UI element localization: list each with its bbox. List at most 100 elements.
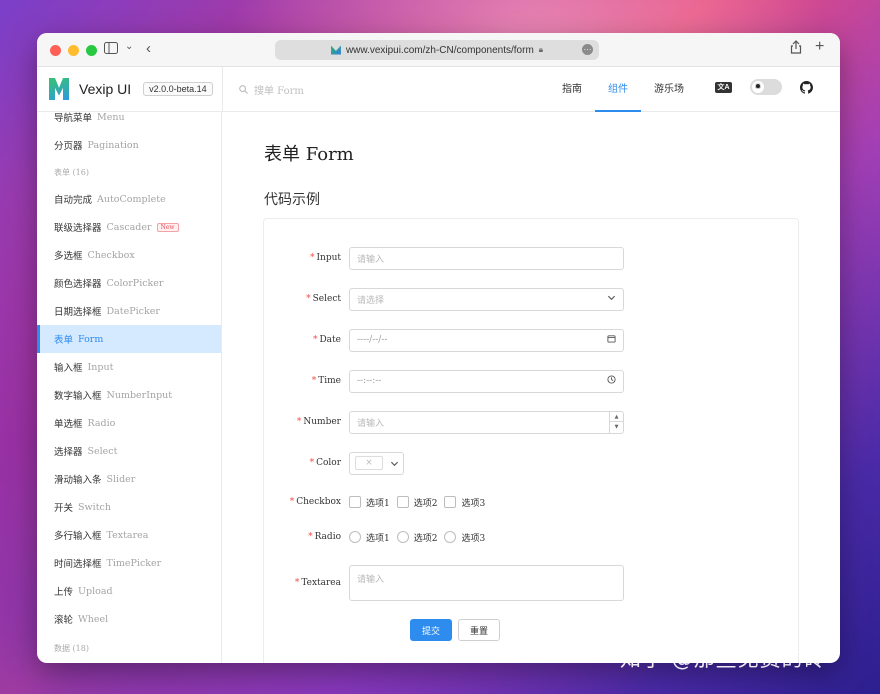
theme-toggle[interactable]: ✹ bbox=[750, 79, 782, 95]
textarea-label: Textarea bbox=[301, 578, 341, 588]
time-picker[interactable]: --:--:-- bbox=[349, 369, 624, 393]
radio[interactable] bbox=[396, 531, 409, 543]
increment-icon[interactable]: ▲ bbox=[610, 412, 623, 422]
browser-window: ⌄ ‹ www.vexipui.com/zh-CN/components/for… bbox=[37, 33, 840, 663]
checkbox[interactable] bbox=[444, 496, 457, 508]
form-row-select: * Select 请选择 bbox=[264, 287, 800, 311]
top-nav: 指南 组件 游乐场 bbox=[549, 67, 697, 112]
form-actions: 提交 重置 bbox=[410, 619, 501, 641]
sidebar-item-upload[interactable]: 上传 Upload bbox=[37, 577, 221, 605]
sidebar-group-data: 数据 (18) bbox=[54, 644, 89, 653]
search-placeholder: 搜单 Form bbox=[254, 86, 304, 97]
app-header: Vexip UI v2.0.0-beta.14 搜单 Form 指南 组件 游乐… bbox=[37, 67, 840, 112]
address-bar[interactable]: www.vexipui.com/zh-CN/components/form 🔒︎… bbox=[275, 40, 599, 60]
header-icons: 文A ✹ bbox=[715, 79, 813, 95]
sidebar-item-input[interactable]: 输入框 Input bbox=[37, 353, 221, 381]
form-row-input: * Input 请输入 bbox=[264, 246, 800, 270]
nav-playground[interactable]: 游乐场 bbox=[641, 67, 697, 112]
sidebar-item-select[interactable]: 选择器 Select bbox=[37, 437, 221, 465]
checkbox-option-1[interactable]: 选项1 bbox=[349, 496, 390, 509]
date-picker[interactable]: ----/--/-- bbox=[349, 328, 624, 352]
language-icon[interactable]: 文A bbox=[715, 81, 732, 93]
sidebar-item-menu[interactable]: 导航菜单 Menu bbox=[37, 112, 221, 131]
sidebar-item-cascader[interactable]: 联级选择器 Cascader New bbox=[37, 213, 221, 241]
new-badge: New bbox=[156, 222, 179, 232]
page-title: 表单 Form bbox=[264, 144, 354, 165]
demo-box: * Input 请输入 * Select 请选择 * Date ----/--/-- … bbox=[263, 218, 799, 663]
sidebar: 导航菜单 Menu 分页器 Pagination 表单 (16) 自动完成 AutoC… bbox=[37, 112, 222, 663]
sidebar-item-radio[interactable]: 单选框 Radio bbox=[37, 409, 221, 437]
main-content: 表单 Form 代码示例 * Input 请输入 * Select 请选择 * Dat… bbox=[223, 112, 840, 663]
traffic-lights bbox=[50, 45, 97, 56]
brand-name: Vexip UI bbox=[79, 81, 132, 97]
sidebar-item-switch[interactable]: 开关 Switch bbox=[37, 493, 221, 521]
textarea-field[interactable]: 请输入 bbox=[349, 565, 624, 601]
number-stepper: ▲ ▼ bbox=[609, 411, 623, 433]
sidebar-item-pagination[interactable]: 分页器 Pagination bbox=[37, 131, 221, 159]
header-search[interactable]: 搜单 Form bbox=[222, 67, 304, 112]
radio-option-3[interactable]: 选项3 bbox=[444, 531, 485, 544]
site-favicon-icon bbox=[330, 45, 341, 55]
form-row-textarea: * Textarea 请输入 bbox=[264, 565, 800, 601]
radio-option-1[interactable]: 选项1 bbox=[349, 531, 390, 544]
sidebar-item-numberinput[interactable]: 数字输入框 NumberInput bbox=[37, 381, 221, 409]
number-label: Number bbox=[303, 417, 341, 427]
time-label: Time bbox=[318, 376, 341, 386]
sidebar-item-wheel[interactable]: 滚轮 Wheel bbox=[37, 605, 221, 633]
more-options-icon[interactable]: ··· bbox=[582, 44, 593, 55]
minimize-window-button[interactable] bbox=[68, 45, 79, 56]
checkbox-label: Checkbox bbox=[296, 497, 341, 507]
github-icon[interactable] bbox=[800, 80, 813, 94]
brand[interactable]: Vexip UI v2.0.0-beta.14 bbox=[49, 78, 213, 100]
reset-button[interactable]: 重置 bbox=[458, 619, 501, 641]
version-badge: v2.0.0-beta.14 bbox=[143, 82, 213, 96]
color-label: Color bbox=[316, 458, 341, 468]
back-arrow-icon[interactable]: ‹ bbox=[146, 40, 151, 57]
select-label: Select bbox=[312, 294, 341, 304]
calendar-icon bbox=[607, 334, 616, 346]
sidebar-item-timepicker[interactable]: 时间选择框 TimePicker bbox=[37, 549, 221, 577]
new-tab-icon[interactable]: + bbox=[815, 38, 824, 56]
sidebar-item-slider[interactable]: 滑动输入条 Slider bbox=[37, 465, 221, 493]
radio[interactable] bbox=[349, 531, 361, 543]
chevron-down-icon bbox=[390, 461, 399, 466]
sidebar-item-datepicker[interactable]: 日期选择框 DatePicker bbox=[37, 297, 221, 325]
close-window-button[interactable] bbox=[50, 45, 61, 56]
nav-guide[interactable]: 指南 bbox=[549, 67, 595, 112]
sidebar-item-checkbox[interactable]: 多选框 Checkbox bbox=[37, 241, 221, 269]
radio[interactable] bbox=[444, 531, 457, 543]
clock-icon bbox=[607, 374, 616, 387]
color-picker[interactable]: × bbox=[349, 451, 404, 475]
number-input[interactable]: 请输入 ▲ ▼ bbox=[349, 410, 624, 434]
section-title: 代码示例 bbox=[264, 192, 320, 208]
date-label: Date bbox=[319, 335, 341, 345]
radio-label: Radio bbox=[314, 532, 341, 542]
sidebar-item-colorpicker[interactable]: 颜色选择器 ColorPicker bbox=[37, 269, 221, 297]
radio-option-2[interactable]: 选项2 bbox=[396, 531, 437, 544]
sidebar-item-autocomplete[interactable]: 自动完成 AutoComplete bbox=[37, 185, 221, 213]
vexip-logo-icon bbox=[49, 78, 69, 100]
nav-components[interactable]: 组件 bbox=[595, 67, 641, 112]
checkbox-option-3[interactable]: 选项3 bbox=[444, 496, 485, 509]
checkbox[interactable] bbox=[349, 496, 361, 508]
decrement-icon[interactable]: ▼ bbox=[610, 422, 623, 433]
checkbox-option-2[interactable]: 选项2 bbox=[396, 496, 437, 509]
search-icon bbox=[239, 85, 248, 94]
radio-group: 选项1 选项2 选项3 bbox=[349, 531, 485, 544]
share-icon[interactable] bbox=[790, 40, 802, 57]
input-field[interactable]: 请输入 bbox=[349, 246, 624, 270]
fullscreen-window-button[interactable] bbox=[86, 45, 97, 56]
sidebar-item-form[interactable]: 表单 Form bbox=[37, 325, 221, 353]
sidebar-item-textarea[interactable]: 多行输入框 Textarea bbox=[37, 521, 221, 549]
lock-icon: 🔒︎ bbox=[538, 45, 544, 54]
select-field[interactable]: 请选择 bbox=[349, 287, 624, 311]
form-row-date: * Date ----/--/-- bbox=[264, 328, 800, 352]
form-row-radio: * Radio 选项1 选项2 选项3 bbox=[308, 531, 486, 544]
checkbox[interactable] bbox=[396, 496, 409, 508]
form-row-number: * Number 请输入 ▲ ▼ bbox=[264, 410, 800, 434]
url-text: www.vexipui.com/zh-CN/components/form bbox=[345, 44, 534, 56]
submit-button[interactable]: 提交 bbox=[410, 619, 453, 641]
sidebar-toggle-icon[interactable] bbox=[104, 42, 118, 57]
chevron-down-icon[interactable]: ⌄ bbox=[125, 41, 133, 52]
checkbox-group: 选项1 选项2 选项3 bbox=[349, 496, 485, 509]
